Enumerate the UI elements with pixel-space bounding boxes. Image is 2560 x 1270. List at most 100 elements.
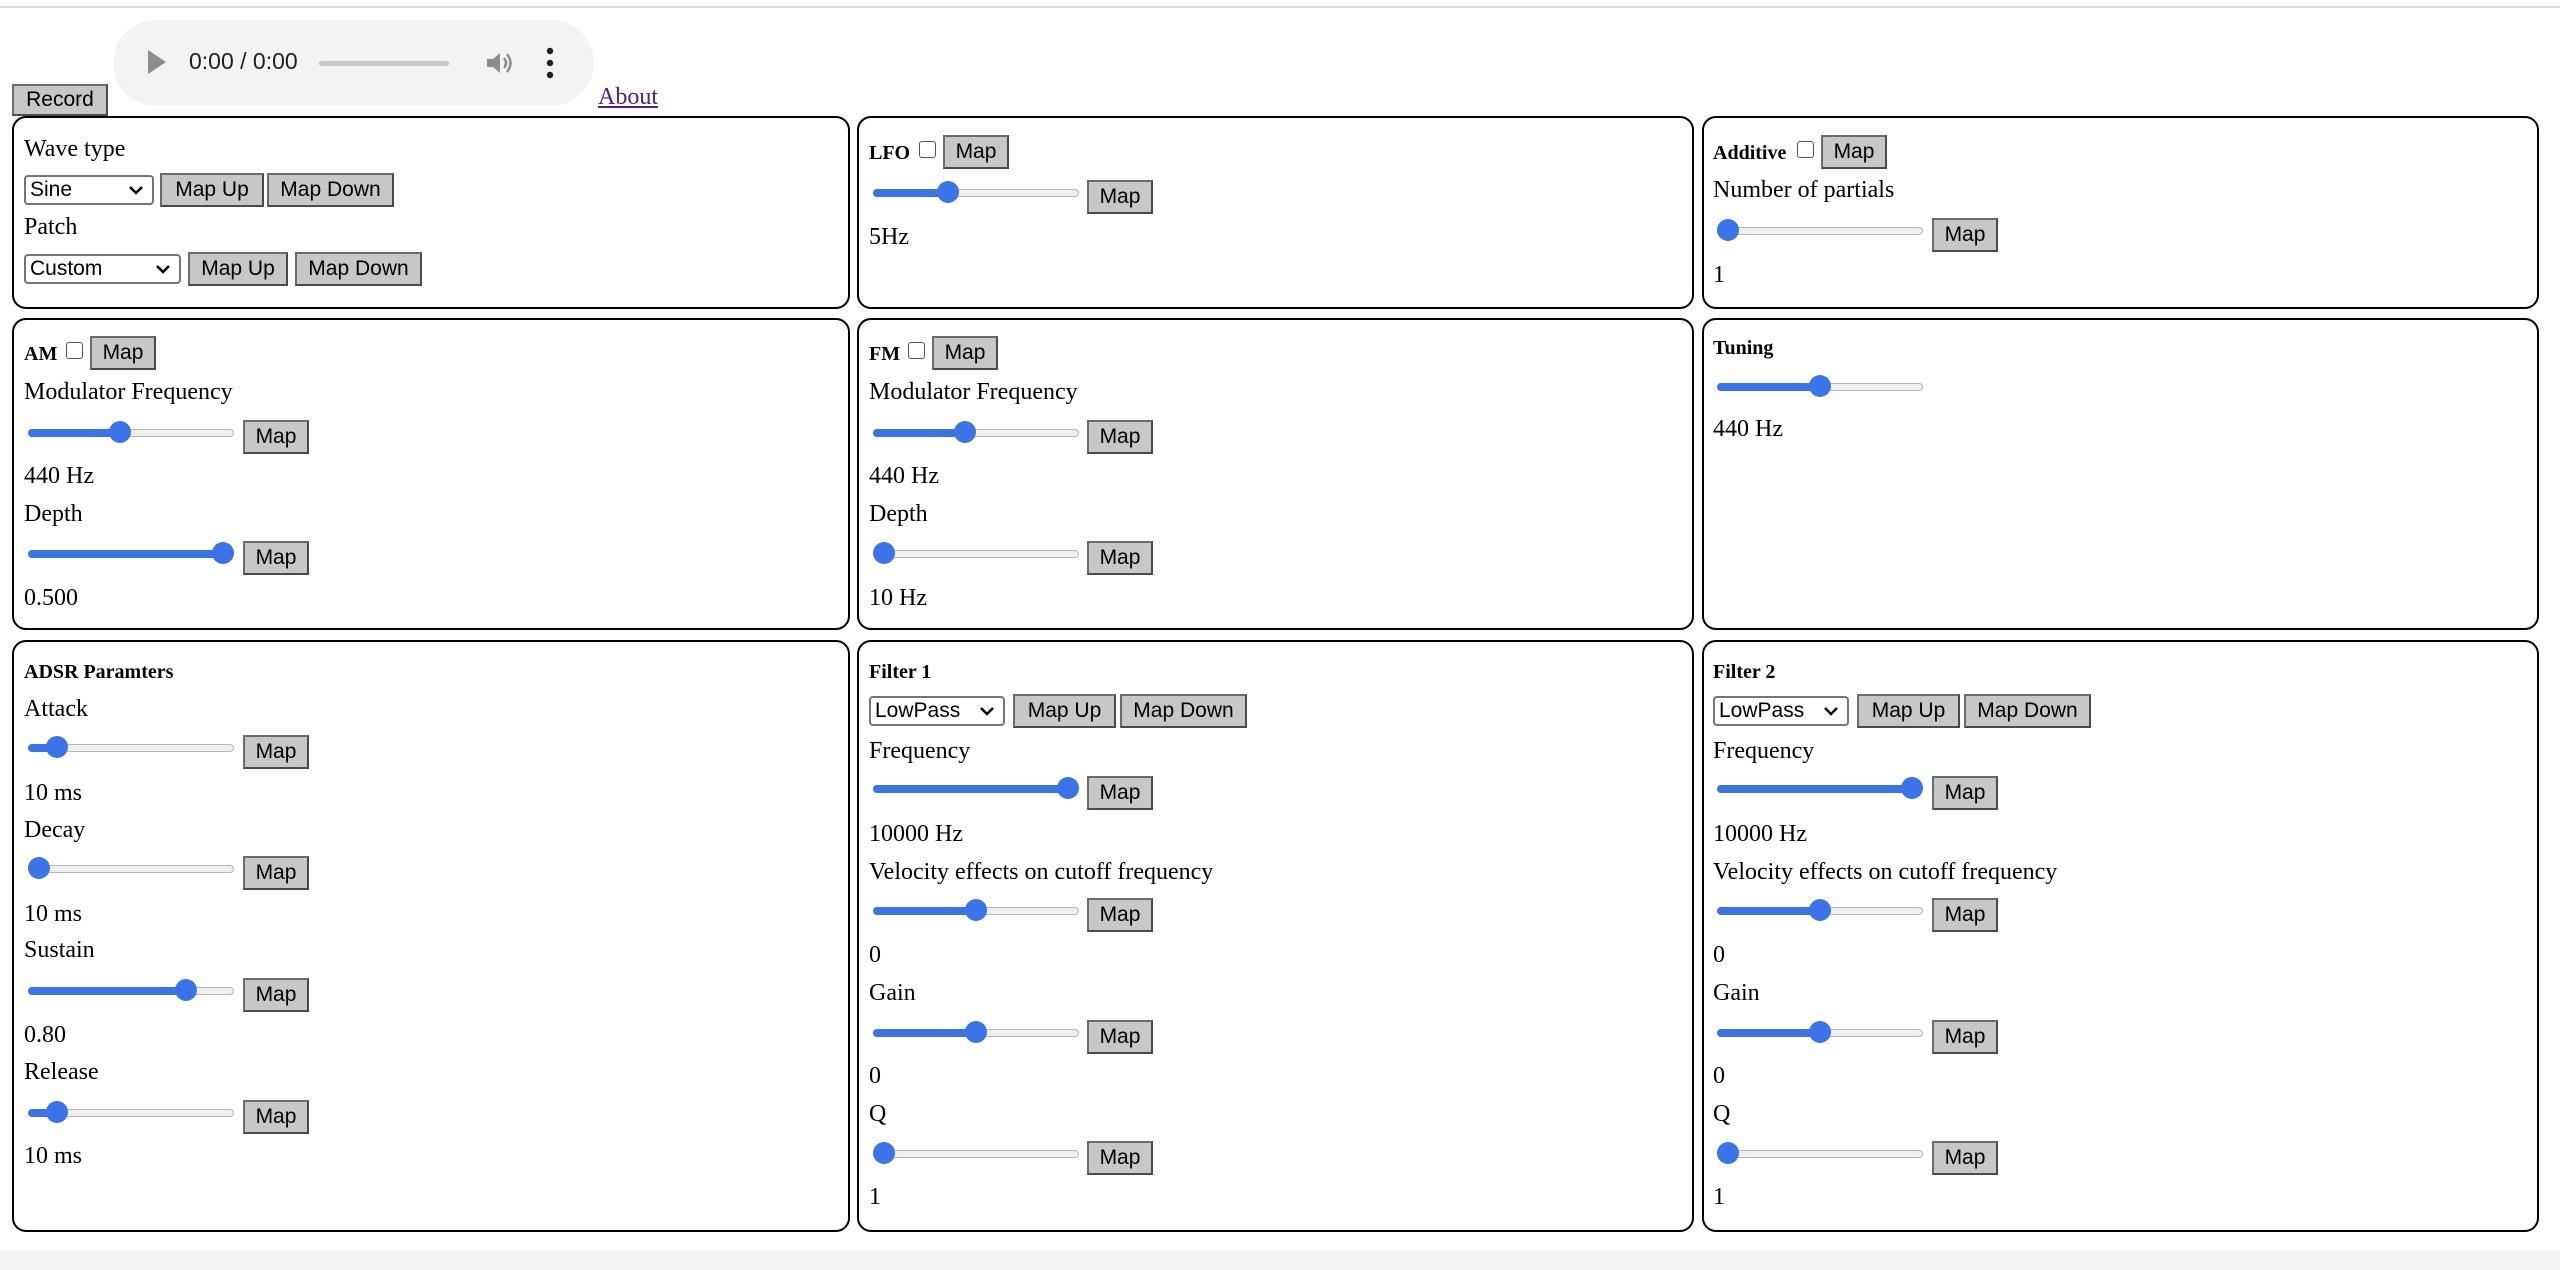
- release-map-button[interactable]: Map: [243, 1100, 309, 1134]
- top-divider: [0, 6, 2560, 8]
- decay-label: Decay: [24, 817, 86, 843]
- filter1-velocity-slider[interactable]: [873, 899, 1079, 923]
- lfo-map-button[interactable]: Map: [943, 135, 1009, 169]
- filter2-q-slider[interactable]: [1717, 1142, 1923, 1166]
- fm-frequency-map-button[interactable]: Map: [1087, 420, 1153, 454]
- filter2-frequency-map-button[interactable]: Map: [1932, 776, 1998, 810]
- filter1-title: Filter 1: [869, 661, 932, 683]
- additive-title: Additive: [1713, 142, 1787, 164]
- filter2-map-down-button[interactable]: Map Down: [1964, 694, 2091, 728]
- patch-map-down-button[interactable]: Map Down: [295, 252, 422, 286]
- sustain-map-button[interactable]: Map: [243, 978, 309, 1012]
- filter1-gain-slider[interactable]: [873, 1021, 1079, 1045]
- attack-label: Attack: [24, 696, 88, 722]
- about-link[interactable]: About: [598, 84, 658, 111]
- wave-type-map-up-button[interactable]: Map Up: [160, 173, 264, 207]
- am-map-button[interactable]: Map: [90, 336, 156, 370]
- attack-slider[interactable]: [28, 736, 234, 760]
- attack-map-button[interactable]: Map: [243, 735, 309, 769]
- lfo-checkbox[interactable]: [919, 141, 936, 158]
- filter2-q-map-button[interactable]: Map: [1932, 1141, 1998, 1175]
- chevron-down-icon: [980, 707, 994, 716]
- chevron-down-icon: [156, 265, 170, 274]
- additive-checkbox[interactable]: [1797, 141, 1814, 158]
- filter2-type-value: LowPass: [1719, 699, 1805, 722]
- audio-time: 0:00 / 0:00: [189, 48, 298, 74]
- audio-progress-bar[interactable]: [319, 61, 449, 66]
- filter2-frequency-slider[interactable]: [1717, 777, 1923, 801]
- fm-depth-label: Depth: [869, 501, 928, 527]
- filter1-map-up-button[interactable]: Map Up: [1013, 694, 1116, 728]
- wave-type-value: Sine: [30, 178, 73, 201]
- filter2-map-up-button[interactable]: Map Up: [1857, 694, 1960, 728]
- am-frequency-slider[interactable]: [28, 421, 234, 445]
- partials-value: 1: [1713, 262, 1725, 288]
- fm-depth-map-button[interactable]: Map: [1087, 541, 1153, 575]
- lfo-rate-map-button[interactable]: Map: [1087, 180, 1153, 214]
- am-depth-map-button[interactable]: Map: [243, 541, 309, 575]
- fm-depth-slider[interactable]: [873, 542, 1079, 566]
- tuning-panel: [1702, 318, 2539, 630]
- filter1-q-map-button[interactable]: Map: [1087, 1141, 1153, 1175]
- decay-slider[interactable]: [28, 857, 234, 881]
- filter2-velocity-label: Velocity effects on cutoff frequency: [1713, 859, 2058, 885]
- play-icon[interactable]: [148, 50, 166, 74]
- filter1-frequency-map-button[interactable]: Map: [1087, 776, 1153, 810]
- audio-player[interactable]: 0:00 / 0:00: [113, 20, 594, 106]
- partials-slider[interactable]: [1717, 219, 1923, 243]
- filter2-velocity-value: 0: [1713, 942, 1725, 968]
- wave-type-label: Wave type: [24, 136, 126, 162]
- filter1-q-value: 1: [869, 1184, 881, 1210]
- additive-map-button[interactable]: Map: [1821, 135, 1887, 169]
- filter2-q-value: 1: [1713, 1184, 1725, 1210]
- record-button[interactable]: Record: [12, 84, 108, 116]
- am-title: AM: [24, 343, 58, 365]
- tuning-value: 440 Hz: [1713, 416, 1783, 442]
- filter2-velocity-map-button[interactable]: Map: [1932, 898, 1998, 932]
- attack-value: 10 ms: [24, 780, 83, 806]
- am-frequency-map-button[interactable]: Map: [243, 420, 309, 454]
- filter1-frequency-label: Frequency: [869, 738, 971, 764]
- filter1-gain-map-button[interactable]: Map: [1087, 1020, 1153, 1054]
- filter1-map-down-button[interactable]: Map Down: [1120, 694, 1247, 728]
- lfo-rate-value: 5Hz: [869, 224, 909, 250]
- decay-map-button[interactable]: Map: [243, 856, 309, 890]
- fm-map-button[interactable]: Map: [932, 336, 998, 370]
- filter1-type-select[interactable]: LowPass: [869, 696, 1005, 726]
- wave-type-select[interactable]: Sine: [24, 175, 154, 205]
- lfo-rate-slider[interactable]: [873, 181, 1079, 205]
- filter1-frequency-slider[interactable]: [873, 777, 1079, 801]
- bottom-band: [0, 1250, 2560, 1270]
- chevron-down-icon: [1824, 707, 1838, 716]
- filter2-gain-slider[interactable]: [1717, 1021, 1923, 1045]
- sustain-slider[interactable]: [28, 979, 234, 1003]
- tuning-title: Tuning: [1713, 337, 1774, 359]
- partials-label: Number of partials: [1713, 177, 1895, 203]
- partials-map-button[interactable]: Map: [1932, 218, 1998, 252]
- patch-map-up-button[interactable]: Map Up: [188, 252, 288, 286]
- release-slider[interactable]: [28, 1101, 234, 1125]
- filter1-q-label: Q: [869, 1101, 887, 1127]
- fm-checkbox[interactable]: [908, 342, 925, 359]
- filter1-velocity-value: 0: [869, 942, 881, 968]
- fm-frequency-slider[interactable]: [873, 421, 1079, 445]
- more-options-icon[interactable]: [545, 46, 555, 80]
- filter1-gain-label: Gain: [869, 980, 916, 1006]
- am-depth-slider[interactable]: [28, 542, 234, 566]
- tuning-slider[interactable]: [1717, 375, 1923, 399]
- sustain-value: 0.80: [24, 1022, 66, 1048]
- patch-label: Patch: [24, 214, 78, 240]
- filter2-velocity-slider[interactable]: [1717, 899, 1923, 923]
- am-checkbox[interactable]: [66, 342, 83, 359]
- filter1-velocity-map-button[interactable]: Map: [1087, 898, 1153, 932]
- filter2-gain-map-button[interactable]: Map: [1932, 1020, 1998, 1054]
- wave-type-map-down-button[interactable]: Map Down: [267, 173, 394, 207]
- adsr-panel: [12, 640, 850, 1232]
- filter1-q-slider[interactable]: [873, 1142, 1079, 1166]
- filter2-type-select[interactable]: LowPass: [1713, 696, 1849, 726]
- am-depth-label: Depth: [24, 501, 83, 527]
- volume-icon[interactable]: [484, 48, 514, 78]
- patch-select[interactable]: Custom: [24, 254, 181, 284]
- filter2-frequency-value: 10000 Hz: [1713, 821, 1807, 847]
- fm-depth-value: 10 Hz: [869, 585, 927, 611]
